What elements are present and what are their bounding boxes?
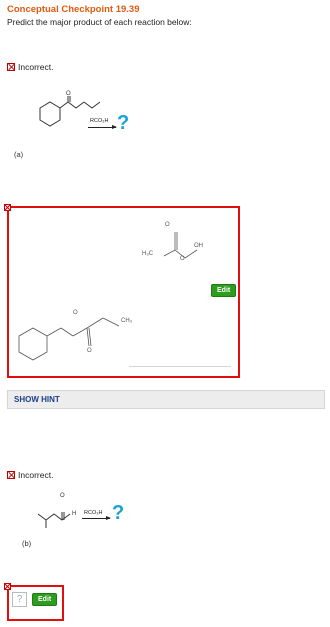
question-mark-icon: ? <box>117 112 130 134</box>
show-hint-button[interactable]: SHOW HINT <box>7 390 325 409</box>
divider <box>129 366 231 367</box>
atom-oh: OH <box>194 243 203 249</box>
hint-label: SHOW HINT <box>14 395 60 404</box>
reagent-label-a: RCO₃H <box>90 118 109 124</box>
part-label-a: (a) <box>14 150 24 159</box>
incorrect-corner-icon <box>4 583 11 590</box>
part-label-b: (b) <box>22 539 32 548</box>
edit-button-b[interactable]: Edit <box>32 593 58 606</box>
reaction-a-reactant <box>39 96 101 127</box>
status-incorrect-a: Incorrect. <box>7 62 53 72</box>
status-incorrect-b: Incorrect. <box>7 470 53 480</box>
atom-h3c: H₃C <box>142 251 154 257</box>
reaction-arrow-b <box>82 516 111 520</box>
reaction-arrow-a <box>88 125 117 129</box>
incorrect-corner-icon <box>4 204 11 211</box>
atom-o: O <box>60 493 65 499</box>
atom-ch3: CH₃ <box>121 318 133 324</box>
instruction-text: Predict the major product of each reacti… <box>7 17 192 27</box>
incorrect-icon <box>7 63 15 71</box>
reaction-b-reactant <box>37 512 71 528</box>
atom-o-top: O <box>165 222 170 228</box>
edit-button-a[interactable]: Edit <box>211 284 237 297</box>
product-structure-a <box>18 232 198 361</box>
answer-box-b[interactable]: ? Edit <box>7 585 64 621</box>
page-title: Conceptual Checkpoint 19.39 <box>7 4 140 15</box>
question-mark-icon: ? <box>112 502 125 524</box>
atom-h: H <box>72 511 77 517</box>
atom-o: O <box>66 91 71 97</box>
atom-o-ring: O <box>73 310 78 316</box>
empty-answer-icon: ? <box>12 592 27 607</box>
atom-o-mid: O <box>180 256 185 262</box>
status-text: Incorrect. <box>18 62 54 72</box>
incorrect-icon <box>7 471 15 479</box>
answer-box-a[interactable]: O OH H₃C O O CH₃ O Edit <box>7 206 240 378</box>
atom-o-bottom: O <box>87 348 92 354</box>
reagent-label-b: RCO₃H <box>84 510 103 516</box>
status-text: Incorrect. <box>18 470 54 480</box>
